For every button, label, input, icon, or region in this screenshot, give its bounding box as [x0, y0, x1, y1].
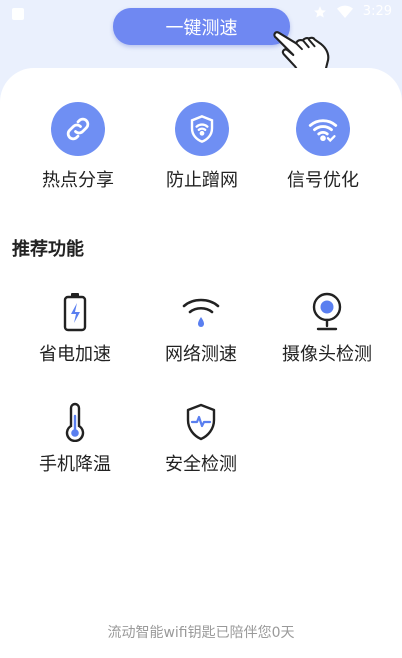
security-check-label: 安全检测 — [165, 454, 237, 475]
camera-detect-label: 摄像头检测 — [282, 344, 372, 365]
phone-cool-label: 手机降温 — [39, 454, 111, 475]
camera-detect-button[interactable]: 摄像头检测 — [262, 292, 392, 366]
status-time: 3:29 — [362, 4, 392, 19]
companion-days-text: 流动智能wifi钥匙已陪伴您0天 — [107, 625, 295, 641]
link-icon — [51, 102, 105, 156]
wifi-speed-icon — [181, 292, 221, 332]
battery-save-button[interactable]: 省电加速 — [10, 292, 140, 366]
speed-test-button[interactable]: 一键测速 — [113, 8, 290, 45]
camera-icon — [307, 292, 347, 332]
star-icon — [313, 5, 326, 18]
wifi-status-icon — [336, 5, 353, 18]
network-speed-button[interactable]: 网络测速 — [136, 292, 266, 366]
thermometer-icon — [55, 402, 95, 442]
phone-cool-button[interactable]: 手机降温 — [10, 402, 140, 476]
battery-save-label: 省电加速 — [39, 344, 111, 365]
signal-boost-button[interactable]: 信号优化 — [263, 102, 383, 192]
anti-leech-label: 防止蹭网 — [166, 170, 238, 191]
network-speed-label: 网络测速 — [165, 344, 237, 365]
hotspot-share-button[interactable]: 热点分享 — [18, 102, 138, 192]
recommended-title: 推荐功能 — [12, 239, 84, 260]
status-icons: 3:29 — [313, 4, 392, 19]
wifi-shield-icon — [175, 102, 229, 156]
shield-pulse-icon — [181, 402, 221, 442]
security-check-button[interactable]: 安全检测 — [136, 402, 266, 476]
signal-boost-label: 信号优化 — [287, 170, 359, 191]
wifi-check-icon — [296, 102, 350, 156]
hotspot-share-label: 热点分享 — [42, 170, 114, 191]
battery-bolt-icon — [55, 292, 95, 332]
notification-icon — [12, 8, 24, 20]
anti-leech-button[interactable]: 防止蹭网 — [142, 102, 262, 192]
